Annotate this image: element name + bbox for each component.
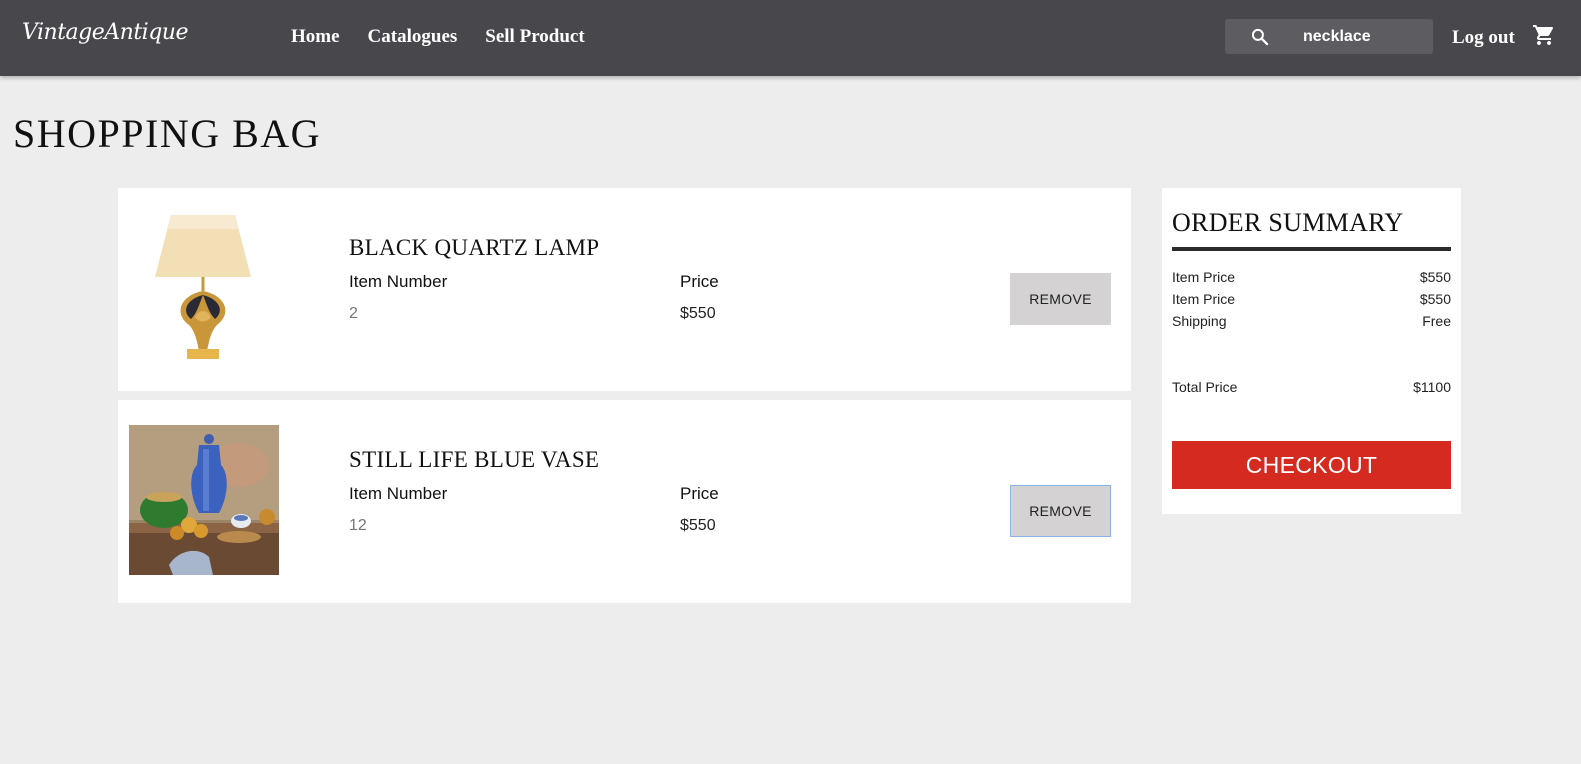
top-nav-bar: VintageAntique Home Catalogues Sell Prod… — [0, 0, 1581, 76]
nav-sell-product-link[interactable]: Sell Product — [485, 26, 584, 48]
cart-item: STILL LIFE BLUE VASE Item Number 12 Pric… — [118, 400, 1131, 603]
logout-link[interactable]: Log out — [1452, 27, 1515, 49]
site-logo[interactable]: VintageAntique — [22, 20, 188, 45]
product-name[interactable]: BLACK QUARTZ LAMP — [349, 235, 599, 261]
summary-row-item-price: Item Price $550 — [1172, 291, 1451, 307]
remove-button[interactable]: REMOVE — [1010, 273, 1111, 325]
item-number-label: Item Number — [349, 272, 448, 291]
item-number-label: Item Number — [349, 484, 448, 503]
cart-icon[interactable] — [1532, 23, 1556, 47]
price-label: Price — [680, 272, 719, 291]
search-icon[interactable] — [1250, 27, 1270, 47]
product-image-lamp[interactable] — [151, 213, 255, 363]
summary-row-value: $550 — [1419, 269, 1451, 285]
item-number-value: 2 — [349, 305, 358, 322]
nav-home-link[interactable]: Home — [291, 26, 340, 48]
price-label: Price — [680, 484, 719, 503]
search-box[interactable] — [1225, 19, 1433, 54]
total-price-value: $1100 — [1413, 379, 1451, 395]
search-input[interactable] — [1285, 19, 1425, 54]
item-number-value: 12 — [349, 517, 367, 534]
nav-catalogues-link[interactable]: Catalogues — [368, 26, 458, 48]
order-summary-panel: ORDER SUMMARY Item Price $550 Item Price… — [1162, 188, 1461, 514]
order-summary-title: ORDER SUMMARY — [1172, 208, 1404, 237]
summary-row-value: Free — [1422, 313, 1451, 329]
summary-row-label: Item Price — [1172, 269, 1236, 285]
remove-button[interactable]: REMOVE — [1010, 485, 1111, 537]
main-nav: Home Catalogues Sell Product — [291, 26, 585, 48]
total-price-label: Total Price — [1172, 379, 1238, 395]
summary-row-label: Item Price — [1172, 291, 1236, 307]
summary-row-item-price: Item Price $550 — [1172, 269, 1451, 285]
price-value: $550 — [680, 517, 716, 534]
cart-item: BLACK QUARTZ LAMP Item Number 2 Price $5… — [118, 188, 1131, 391]
summary-divider — [1172, 247, 1451, 251]
page-title: SHOPPING BAG — [13, 111, 322, 156]
summary-row-label: Shipping — [1172, 313, 1227, 329]
product-image-vase-painting[interactable] — [129, 425, 279, 575]
price-value: $550 — [680, 305, 716, 322]
summary-row-value: $550 — [1419, 291, 1451, 307]
product-name[interactable]: STILL LIFE BLUE VASE — [349, 447, 599, 473]
checkout-button[interactable]: CHECKOUT — [1172, 441, 1451, 489]
summary-total-row: Total Price $1100 — [1172, 379, 1451, 395]
summary-row-shipping: Shipping Free — [1172, 313, 1451, 329]
